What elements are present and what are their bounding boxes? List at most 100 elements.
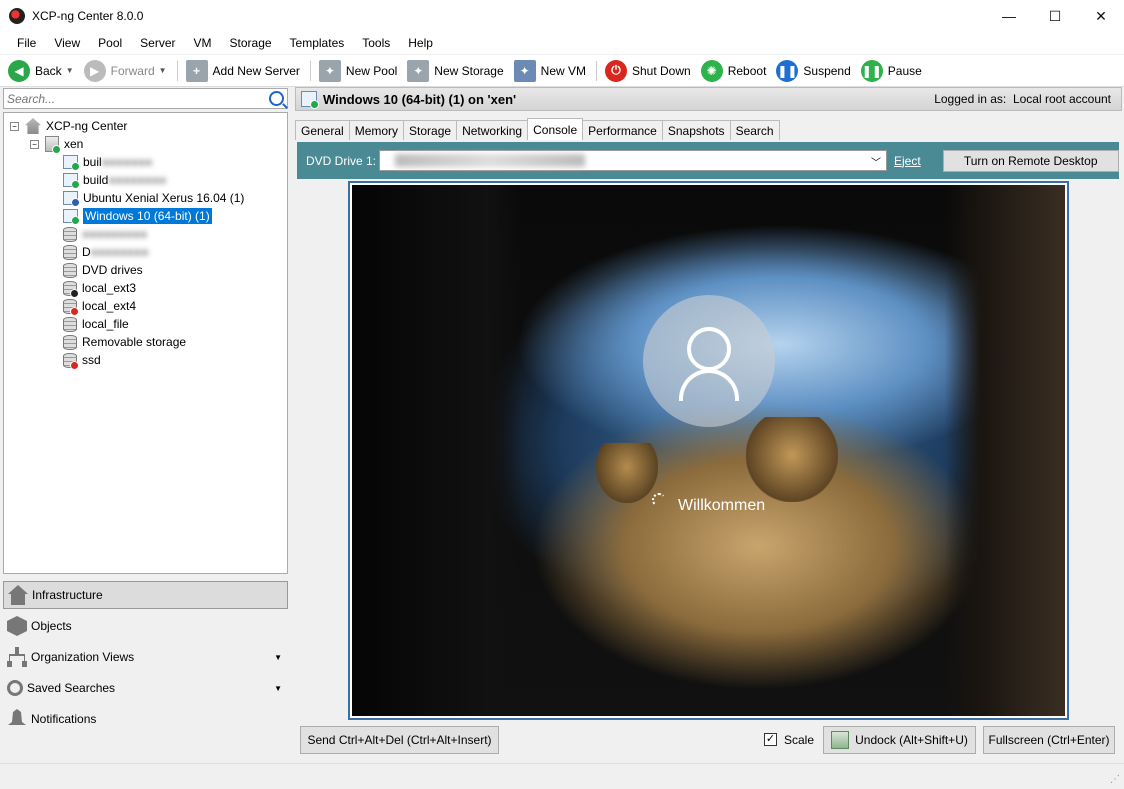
tab-storage[interactable]: Storage (403, 120, 458, 140)
tree-item-storage[interactable]: local_ext4 (63, 297, 137, 316)
login-status: Logged in as: Local root account (934, 92, 1111, 106)
nav-label: Saved Searches (27, 681, 116, 695)
pause-button[interactable]: ❚❚ Pause (860, 59, 922, 82)
menu-vm[interactable]: VM (185, 36, 221, 50)
new-storage-label: New Storage (434, 63, 504, 78)
tree-item-storage[interactable]: local_ext3 (63, 279, 136, 298)
app-logo-icon (9, 8, 25, 24)
forward-button[interactable]: ▶ Forward ▼ (83, 59, 167, 82)
send-ctrl-alt-del-button[interactable]: Send Ctrl+Alt+Del (Ctrl+Alt+Insert) (300, 726, 499, 754)
vm-suspended-icon (63, 191, 80, 207)
tab-search[interactable]: Search (729, 120, 780, 140)
tree-item-storage[interactable]: DVD drives (63, 261, 143, 279)
tree-item-label: Ubuntu Xenial Xerus 16.04 (1) (83, 191, 245, 205)
tree-item-storage[interactable]: D●●●●●●●● (63, 243, 149, 261)
tab-snapshots[interactable]: Snapshots (661, 120, 731, 140)
user-avatar-icon (643, 295, 775, 427)
search-box (3, 88, 288, 109)
tree-item-storage[interactable]: ●●●●●●●●● (63, 225, 147, 243)
menu-file[interactable]: File (8, 36, 45, 50)
menu-storage[interactable]: Storage (221, 36, 281, 50)
tab-console[interactable]: Console (527, 118, 584, 140)
vm-running-icon (63, 155, 80, 171)
tab-performance[interactable]: Performance (582, 120, 663, 140)
tree-item-label: local_ext4 (82, 299, 137, 313)
pause-icon: ❚❚ (860, 59, 883, 82)
toolbar-separator (309, 60, 311, 81)
remote-desktop-button[interactable]: Turn on Remote Desktop (942, 149, 1119, 172)
window-title: XCP-ng Center 8.0.0 (32, 9, 144, 23)
resource-tree[interactable]: − XCP-ng Center − xen buil●●●●●●● build●… (3, 112, 288, 574)
dvd-drive-select[interactable]: ﹀ (379, 150, 887, 171)
tree-item-root[interactable]: − XCP-ng Center (10, 117, 127, 135)
chevron-down-icon[interactable]: ▼ (274, 684, 282, 693)
tree-item-vm[interactable]: buil●●●●●●● (63, 153, 152, 171)
vm-running-icon (63, 173, 80, 189)
undock-label: Undock (Alt+Shift+U) (855, 733, 968, 747)
new-storage-icon: ✦ (407, 59, 430, 82)
tree-item-vm-selected[interactable]: Windows 10 (64-bit) (1) (63, 207, 212, 225)
collapse-icon[interactable]: − (30, 139, 39, 149)
shut-down-button[interactable]: ⏻ Shut Down (605, 59, 691, 82)
back-dropdown-icon[interactable]: ▼ (66, 66, 74, 75)
minimize-button[interactable]: — (986, 0, 1032, 32)
add-server-button[interactable]: + Add New Server (185, 59, 300, 82)
vm-console[interactable]: Willkommen (348, 181, 1069, 720)
tab-memory[interactable]: Memory (348, 120, 405, 140)
tree-item-storage[interactable]: Removable storage (63, 333, 186, 351)
storage-icon (63, 334, 77, 350)
menu-pool[interactable]: Pool (89, 36, 131, 50)
menu-view[interactable]: View (45, 36, 89, 50)
storage-default-icon (63, 280, 79, 298)
tab-networking[interactable]: Networking (456, 120, 529, 140)
tree-item-vm[interactable]: Ubuntu Xenial Xerus 16.04 (1) (63, 189, 244, 207)
tab-general[interactable]: General (295, 120, 350, 140)
vm-running-icon (301, 91, 319, 109)
menu-server[interactable]: Server (131, 36, 184, 50)
forward-dropdown-icon[interactable]: ▼ (159, 66, 167, 75)
console-screen[interactable]: Willkommen (352, 185, 1065, 716)
storage-icon (63, 244, 77, 260)
cube-icon (7, 616, 27, 636)
fullscreen-button[interactable]: Fullscreen (Ctrl+Enter) (983, 726, 1115, 754)
undock-button[interactable]: Undock (Alt+Shift+U) (823, 726, 976, 754)
magnifier-icon (7, 680, 23, 696)
search-icon[interactable] (269, 91, 284, 106)
add-server-label: Add New Server (212, 63, 300, 78)
chevron-down-icon[interactable]: ▼ (274, 653, 282, 662)
new-vm-button[interactable]: ✦ New VM (513, 59, 586, 82)
maximize-button[interactable]: ☐ (1032, 0, 1078, 32)
close-button[interactable]: ✕ (1078, 0, 1124, 32)
suspend-button[interactable]: ❚❚ Suspend (776, 59, 851, 82)
nav-infrastructure[interactable]: Infrastructure (3, 581, 288, 609)
new-storage-button[interactable]: ✦ New Storage (407, 59, 504, 82)
resize-grip-icon[interactable]: ⋰ (1110, 774, 1120, 785)
collapse-icon[interactable]: − (10, 121, 19, 131)
tree-item-server[interactable]: − xen (30, 135, 83, 154)
nav-objects[interactable]: Objects (3, 612, 288, 640)
nav-organization-views[interactable]: Organization Views ▼ (3, 643, 288, 671)
search-input[interactable] (4, 89, 262, 108)
reboot-button[interactable]: ✺ Reboot (700, 59, 767, 82)
pause-label: Pause (887, 63, 922, 78)
eject-link[interactable]: Eject (894, 154, 921, 168)
tree-item-label: Windows 10 (64-bit) (1) (83, 208, 212, 224)
new-pool-icon: ✦ (318, 59, 341, 82)
scale-checkbox[interactable]: ✓ (764, 733, 777, 746)
tree-item-storage[interactable]: local_file (63, 315, 129, 333)
nav-saved-searches[interactable]: Saved Searches ▼ (3, 674, 288, 702)
new-pool-button[interactable]: ✦ New Pool (318, 59, 397, 82)
new-vm-label: New VM (540, 63, 586, 78)
shut-down-label: Shut Down (632, 63, 691, 78)
tree-item-label: ●●●●●●●●● (82, 227, 148, 241)
nav-notifications[interactable]: Notifications (3, 705, 288, 733)
tree-item-vm[interactable]: build●●●●●●●● (63, 171, 166, 189)
loading-spinner-icon (652, 493, 666, 507)
back-button[interactable]: ◀ Back ▼ (8, 59, 74, 82)
chevron-down-icon[interactable]: ﹀ (871, 154, 881, 169)
reboot-label: Reboot (727, 63, 767, 78)
menu-tools[interactable]: Tools (353, 36, 399, 50)
menu-help[interactable]: Help (399, 36, 442, 50)
menu-templates[interactable]: Templates (281, 36, 354, 50)
tree-item-storage[interactable]: ssd (63, 351, 101, 370)
